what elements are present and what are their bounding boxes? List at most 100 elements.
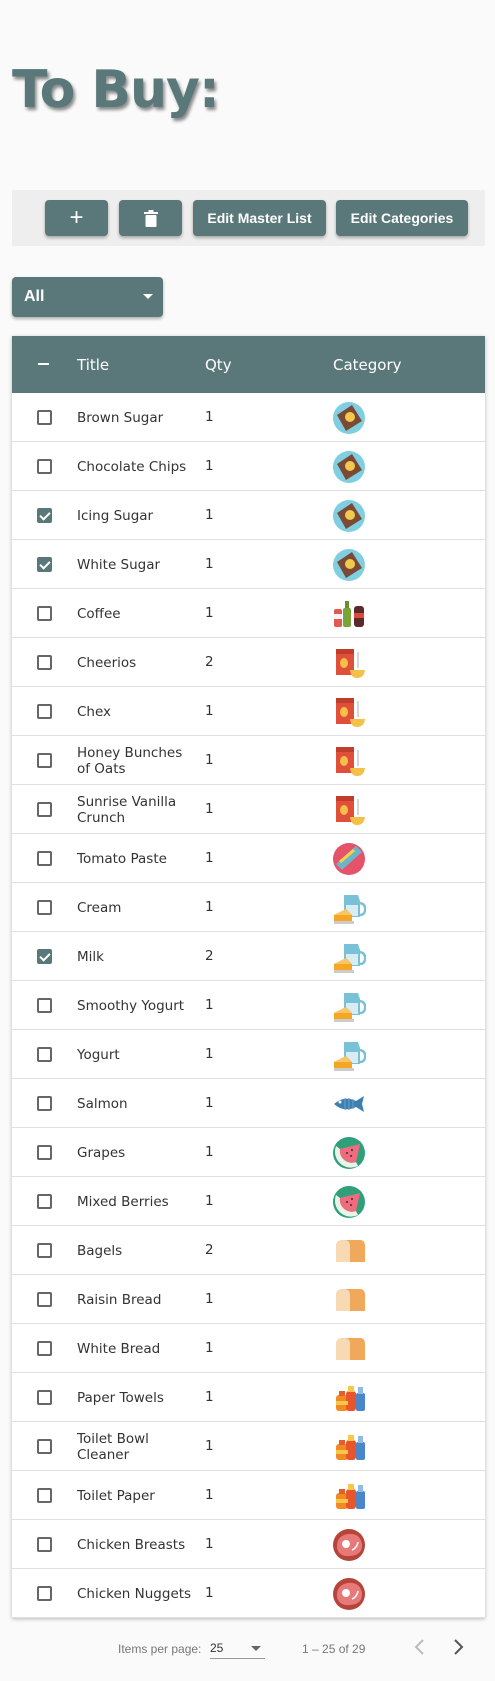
item-title: Salmon xyxy=(77,1095,128,1112)
item-qty: 1 xyxy=(205,899,214,915)
row-checkbox[interactable] xyxy=(37,900,52,915)
dairy-category-icon xyxy=(334,895,366,924)
item-title: Chicken Nuggets xyxy=(77,1585,192,1602)
edit-categories-button[interactable]: Edit Categories xyxy=(336,200,468,236)
table-row[interactable]: Tomato Paste 1 xyxy=(12,834,485,883)
table-row[interactable]: Icing Sugar 1 xyxy=(12,491,485,540)
select-all-toggle[interactable] xyxy=(38,363,49,365)
table-row[interactable]: Grapes 1 xyxy=(12,1128,485,1177)
table-row[interactable]: Sunrise Vanilla Crunch 1 xyxy=(12,785,485,834)
row-checkbox[interactable] xyxy=(37,1194,52,1209)
item-title: Toilet Bowl Cleaner xyxy=(77,1430,149,1463)
item-title: Cream xyxy=(77,899,122,916)
table-row[interactable]: Bagels 2 xyxy=(12,1226,485,1275)
item-qty: 1 xyxy=(205,507,214,523)
table-row[interactable]: Raisin Bread 1 xyxy=(12,1275,485,1324)
row-checkbox[interactable] xyxy=(37,1439,52,1454)
item-title: Honey Bunches of Oats xyxy=(77,744,183,777)
row-checkbox[interactable] xyxy=(37,753,52,768)
row-checkbox[interactable] xyxy=(37,1341,52,1356)
item-qty: 1 xyxy=(205,1193,214,1209)
table-row[interactable]: Yogurt 1 xyxy=(12,1030,485,1079)
table-row[interactable]: Cheerios 2 xyxy=(12,638,485,687)
item-qty: 1 xyxy=(205,1095,214,1111)
table-row[interactable]: White Sugar 1 xyxy=(12,540,485,589)
table-row[interactable]: Mixed Berries 1 xyxy=(12,1177,485,1226)
item-qty: 2 xyxy=(205,1242,214,1258)
chevron-left-icon[interactable] xyxy=(410,1637,430,1657)
item-qty: 1 xyxy=(205,1389,214,1405)
table-row[interactable]: Toilet Paper 1 xyxy=(12,1471,485,1520)
chevron-down-icon xyxy=(251,1646,261,1651)
item-title: Paper Towels xyxy=(77,1389,164,1406)
category-filter-value: All xyxy=(24,288,45,305)
item-title: Tomato Paste xyxy=(77,850,167,867)
add-button[interactable]: + xyxy=(45,200,108,236)
table-row[interactable]: Chocolate Chips 1 xyxy=(12,442,485,491)
table-row[interactable]: Toilet Bowl Cleaner 1 xyxy=(12,1422,485,1471)
item-title: Raisin Bread xyxy=(77,1291,162,1308)
header-qty: Qty xyxy=(205,356,232,374)
row-checkbox[interactable] xyxy=(37,1488,52,1503)
item-qty: 1 xyxy=(205,1046,214,1062)
row-checkbox[interactable] xyxy=(37,1243,52,1258)
table-row[interactable]: Chex 1 xyxy=(12,687,485,736)
header-title: Title xyxy=(77,356,110,374)
table-row[interactable]: Chicken Breasts 1 xyxy=(12,1520,485,1569)
item-title: Chocolate Chips xyxy=(77,458,187,475)
table-row[interactable]: Chicken Nuggets 1 xyxy=(12,1569,485,1618)
table-row[interactable]: Cream 1 xyxy=(12,883,485,932)
dairy-category-icon xyxy=(334,1042,366,1071)
row-checkbox[interactable] xyxy=(37,1145,52,1160)
table-row[interactable]: Coffee 1 xyxy=(12,589,485,638)
sugar-category-icon xyxy=(333,500,365,532)
row-checkbox[interactable] xyxy=(37,1096,52,1111)
item-title: Coffee xyxy=(77,605,121,622)
cereal-category-icon xyxy=(336,698,365,727)
shopping-table: Title Qty Category Brown Sugar 1 Chocolate… xyxy=(12,336,485,1618)
row-checkbox[interactable] xyxy=(37,1047,52,1062)
item-title: Brown Sugar xyxy=(77,409,164,426)
row-checkbox[interactable] xyxy=(37,704,52,719)
page-size-select[interactable]: 25 xyxy=(210,1637,265,1659)
table-row[interactable]: Milk 2 xyxy=(12,932,485,981)
beverages-category-icon xyxy=(334,601,364,627)
table-row[interactable]: Salmon 1 xyxy=(12,1079,485,1128)
row-checkbox[interactable] xyxy=(37,410,52,425)
row-checkbox[interactable] xyxy=(37,949,52,964)
fruit-category-icon xyxy=(333,1137,365,1169)
row-checkbox[interactable] xyxy=(37,998,52,1013)
row-checkbox[interactable] xyxy=(37,459,52,474)
item-title: Bagels xyxy=(77,1242,123,1259)
row-checkbox[interactable] xyxy=(37,1292,52,1307)
table-row[interactable]: Brown Sugar 1 xyxy=(12,393,485,442)
row-checkbox[interactable] xyxy=(37,1537,52,1552)
delete-button[interactable] xyxy=(119,200,182,236)
item-title: Icing Sugar xyxy=(77,507,154,524)
fruit-category-icon xyxy=(333,1186,365,1218)
row-checkbox[interactable] xyxy=(37,851,52,866)
item-qty: 1 xyxy=(205,1291,214,1307)
trash-icon xyxy=(143,209,158,227)
table-row[interactable]: Honey Bunches of Oats 1 xyxy=(12,736,485,785)
table-row[interactable]: Smoothy Yogurt 1 xyxy=(12,981,485,1030)
table-row[interactable]: Paper Towels 1 xyxy=(12,1373,485,1422)
edit-master-list-button[interactable]: Edit Master List xyxy=(193,200,326,236)
row-checkbox[interactable] xyxy=(37,508,52,523)
items-per-page-label: Items per page: xyxy=(118,1642,202,1656)
row-checkbox[interactable] xyxy=(37,802,52,817)
item-qty: 1 xyxy=(205,850,214,866)
household-category-icon xyxy=(336,1386,365,1411)
row-checkbox[interactable] xyxy=(37,557,52,572)
row-checkbox[interactable] xyxy=(37,1586,52,1601)
row-checkbox[interactable] xyxy=(37,606,52,621)
category-filter-select[interactable]: All xyxy=(12,277,163,317)
chevron-right-icon[interactable] xyxy=(448,1637,468,1657)
item-qty: 1 xyxy=(205,1487,214,1503)
sugar-category-icon xyxy=(333,549,365,581)
row-checkbox[interactable] xyxy=(37,655,52,670)
row-checkbox[interactable] xyxy=(37,1390,52,1405)
bread-category-icon xyxy=(336,1289,365,1311)
table-row[interactable]: White Bread 1 xyxy=(12,1324,485,1373)
item-qty: 1 xyxy=(205,752,214,768)
